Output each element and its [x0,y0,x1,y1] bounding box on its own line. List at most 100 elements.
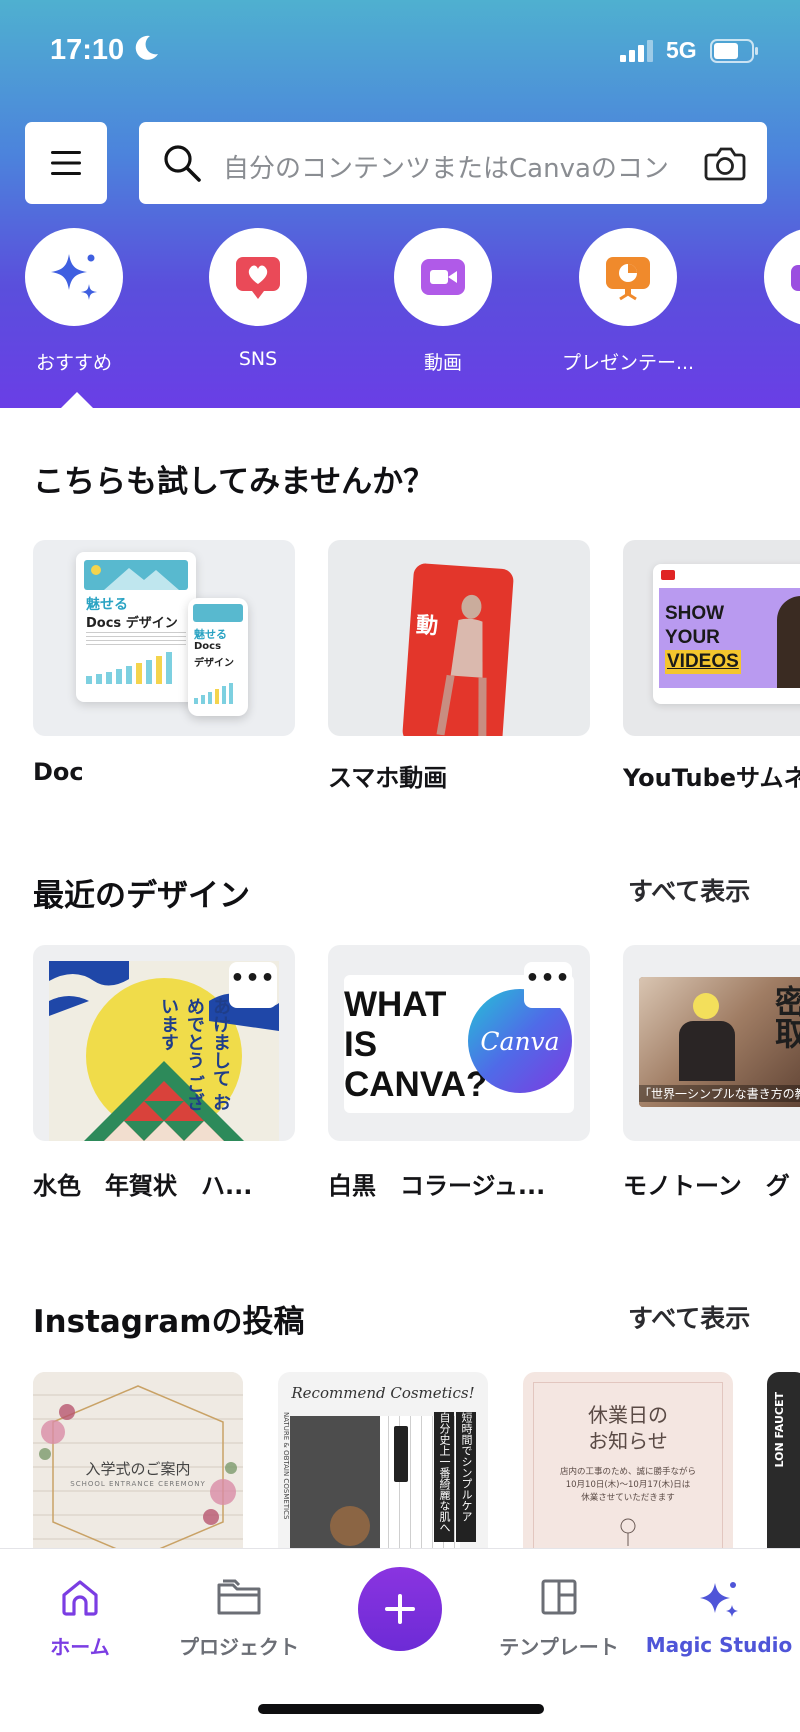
nenga-line-1: あけまして [210,997,231,1087]
insta-faucet-side-text: LON FAUCET [773,1392,786,1468]
nav-projects[interactable]: プロジェクト [159,1577,319,1660]
instagram-see-all-link[interactable]: すべて表示 [628,1299,750,1335]
category-label: プレゼンテー... [561,352,695,374]
magic-sparkle-icon [700,1582,738,1617]
flower-icon [620,1518,636,1546]
try-card-label[interactable]: YouTubeサムネイル [623,758,800,793]
print-icon [791,265,800,291]
insta-cosmetics-title: Recommend Cosmetics! [291,1384,475,1402]
search-placeholder: 自分のコンテンツまたはCanvaのコン [223,154,669,184]
recent-design-label[interactable]: モノトーン グ [623,1166,800,1201]
nav-magic-studio[interactable]: Magic Studio [639,1577,799,1657]
video-camera-icon [421,259,465,295]
presentation-icon [606,257,650,301]
insta-closure-title: 休業日の お知らせ [523,1402,733,1454]
doc-phone-bar-chart [194,683,233,704]
status-time: 17:10 [50,34,125,66]
try-card-label[interactable]: Doc [33,758,295,786]
try-card-doc[interactable]: 魅せる Docs デザイン 魅せる Docs デザイン [33,540,295,736]
category-sns[interactable]: SNS [169,228,339,370]
canva-line-2: IS [344,1025,378,1064]
monotone-caption: 「世界一シンプルな書き方の教室 [639,1085,800,1102]
template-icon [541,1579,577,1615]
category-circle [764,228,800,326]
closure-body-line-3: 休業させていただきます [581,1493,675,1503]
category-row: おすすめ SNS 動画 プレゼンテー... [0,228,800,374]
camera-icon[interactable] [703,141,747,185]
instagram-template-faucet[interactable]: LON FAUCET [767,1372,800,1552]
insta-cosmetics-side-text-3: NATURE & OBTAIN COSMETICS [282,1412,290,1520]
plus-icon [385,1594,415,1624]
doc-preview-banner [84,560,188,590]
person-silhouette [679,1021,735,1081]
category-label: おすすめ [35,352,112,374]
insta-entrance-title: 入学式のご案内 [85,1460,191,1478]
closure-body-line-1: 店内の工事のため、誠に勝手ながら [559,1467,696,1477]
search-icon [164,145,201,182]
nav-home[interactable]: ホーム [0,1577,160,1660]
insta-cosmetics-side-text-2: 自分史上一番綺麗な肌へ [434,1412,454,1542]
recent-design-label[interactable]: 白黒 コラージュ... [328,1166,590,1201]
monotone-side-text: 密取 [770,985,800,1049]
moon-icon [134,34,160,66]
doc-preview-page: 魅せる Docs デザイン [76,552,196,702]
recent-section-title: 最近のデザイン [33,878,250,914]
create-design-button[interactable] [358,1567,442,1651]
menu-button[interactable] [25,122,107,204]
phone-video-text: 動 [415,613,439,640]
category-label: 動画 [423,352,462,374]
nav-label: テンプレート [499,1635,619,1659]
monotone-preview: 密取 「世界一シンプルな書き方の教室 [639,977,800,1107]
doc-preview-body [86,632,186,646]
header: 17:10 5G 自分のコンテンツまたはCanvaのコン おすすめ SNS 動画… [0,0,800,408]
canva-preview-text: WHAT IS CANVA? [344,985,487,1105]
instagram-template-cosmetics[interactable]: Recommend Cosmetics! 短時間でシンプルケア 自分史上一番綺麗… [278,1372,488,1552]
try-card-label[interactable]: スマホ動画 [328,758,590,793]
try-card-youtube-thumbnail[interactable]: SHOW YOUR VIDEOS [623,540,800,736]
battery-icon [710,38,760,68]
instagram-template-entrance[interactable]: 入学式のご案内 SCHOOL ENTRANCE CEREMONY [33,1372,243,1552]
nav-label: プロジェクト [179,1635,299,1659]
category-circle [394,228,492,326]
cellular-signal-icon [620,40,656,66]
home-indicator [258,1704,544,1714]
cosmetics-bottle [394,1426,408,1482]
category-print[interactable]: 印 [724,228,800,368]
more-dots-icon: ••• [230,966,276,991]
doc-preview-title: 魅せる [86,597,128,613]
recent-design-what-is-canva[interactable]: WHAT IS CANVA? Canva ••• [328,945,590,1141]
network-type: 5G [666,37,697,63]
youtube-logo-icon [661,570,675,580]
category-circle [25,228,123,326]
thumb-line-1: SHOW [665,603,725,624]
more-options-button[interactable]: ••• [229,962,277,1008]
doc-preview-bar-chart [86,652,172,684]
home-icon [62,1580,98,1616]
insta-entrance-subtitle: SCHOOL ENTRANCE CEREMONY [70,1480,206,1488]
nav-label: Magic Studio [645,1633,793,1657]
recent-design-label[interactable]: 水色 年賀状 ハ... [33,1166,295,1201]
nav-templates[interactable]: テンプレート [479,1577,639,1660]
instagram-template-closure[interactable]: 休業日の お知らせ 店内の工事のため、誠に勝手ながら 10月10日(木)〜10月… [523,1372,733,1552]
doc-phone-subtitle-2: デザイン [194,658,234,669]
youtube-preview-window: SHOW YOUR VIDEOS [653,564,800,704]
doc-preview-phone: 魅せる Docs デザイン [188,598,248,716]
more-dots-icon: ••• [525,966,571,991]
face-sticker [693,993,719,1019]
try-card-phone-video[interactable]: 動 [328,540,590,736]
heart-icon [236,257,280,299]
instagram-section-title: Instagramの投稿 [33,1304,305,1340]
category-selection-pointer [61,392,93,408]
closure-title-line-2: お知らせ [588,1429,668,1453]
mountain-illustration [91,565,179,590]
status-bar: 17:10 5G [0,0,800,100]
category-recommended[interactable]: おすすめ [0,228,155,374]
recent-design-monotone[interactable]: 密取 「世界一シンプルな書き方の教室 [623,945,800,1141]
search-bar[interactable]: 自分のコンテンツまたはCanvaのコン [139,122,767,204]
more-options-button[interactable]: ••• [524,962,572,1008]
recent-see-all-link[interactable]: すべて表示 [628,872,750,908]
recent-design-nenga[interactable]: あけまして おめでとう ございます ••• [33,945,295,1141]
category-presentation[interactable]: プレゼンテー... [539,228,709,374]
category-video[interactable]: 動画 [354,228,524,374]
thumb-line-2: YOUR [665,627,720,648]
